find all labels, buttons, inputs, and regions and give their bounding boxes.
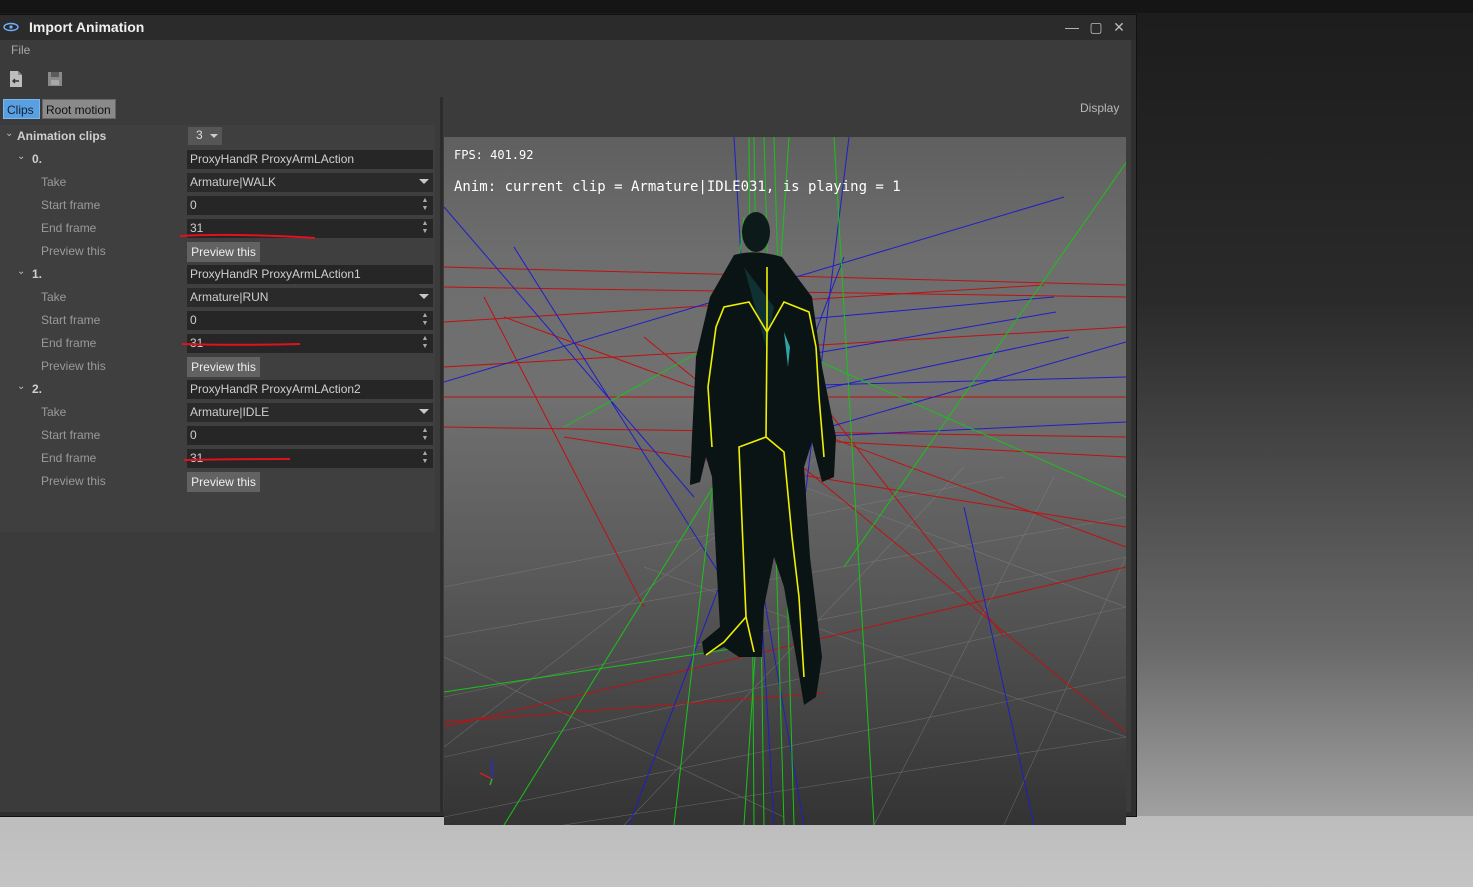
clip-1-preview-row: Preview this Preview this (0, 355, 435, 378)
maximize-icon[interactable]: ▢ (1086, 17, 1106, 37)
clip-1-take-row: Take Armature|RUN (0, 286, 435, 309)
chevron-down-icon (419, 179, 429, 184)
clip-2-start-row: Start frame 0 ▲ ▼ (0, 424, 435, 447)
window-content: File Clips Root motion Display ⌄ Animati (0, 40, 1131, 825)
preview-label: Preview this (41, 474, 106, 488)
character-model (690, 212, 836, 705)
menu-file[interactable]: File (11, 43, 30, 57)
preview-label: Preview this (41, 359, 106, 373)
clip-2-preview-row: Preview this Preview this (0, 470, 435, 493)
import-animation-window: Import Animation — ▢ ✕ File Clips Root m… (0, 15, 1136, 825)
chevron-down-icon (419, 409, 429, 414)
clip-count-value: 3 (196, 128, 203, 142)
menu-bar: File (0, 40, 1131, 61)
save-icon[interactable] (47, 70, 63, 88)
end-frame-value: 31 (190, 451, 204, 465)
clip-count-dropdown[interactable]: 3 (188, 127, 222, 145)
clip-name-field[interactable]: ProxyHandR ProxyArmLAction1 (187, 265, 433, 284)
take-label: Take (41, 175, 67, 189)
spinner-arrows-icon[interactable]: ▲ ▼ (421, 312, 429, 329)
toolbar (0, 62, 1131, 96)
panel-splitter[interactable] (440, 97, 443, 812)
clip-2-header: ⌄ 2. ProxyHandR ProxyArmLAction2 (0, 378, 435, 401)
chevron-down-icon (210, 134, 218, 138)
clip-1-start-row: Start frame 0 ▲ ▼ (0, 309, 435, 332)
take-dropdown[interactable]: Armature|WALK (187, 173, 433, 192)
take-label: Take (41, 290, 67, 304)
end-frame-input[interactable]: 31 ▲ ▼ (187, 449, 433, 468)
clip-index: 2. (32, 382, 43, 396)
animation-clips-header: ⌄ Animation clips 3 (0, 125, 435, 148)
axis-gizmo (479, 759, 493, 786)
clip-name-field[interactable]: ProxyHandR ProxyArmLAction (187, 150, 433, 169)
desktop-background (0, 816, 1473, 887)
preview-button[interactable]: Preview this (187, 242, 260, 262)
preview-button[interactable]: Preview this (187, 357, 260, 377)
chevron-down-icon[interactable]: ⌄ (17, 266, 25, 277)
animation-clips-label: Animation clips (17, 129, 107, 143)
start-frame-value: 0 (190, 428, 197, 442)
start-frame-label: Start frame (41, 428, 101, 442)
clip-0-start-row: Start frame 0 ▲ ▼ (0, 194, 435, 217)
take-label: Take (41, 405, 67, 419)
display-menu[interactable]: Display (1080, 101, 1119, 115)
title-bar[interactable]: Import Animation — ▢ ✕ (0, 15, 1136, 40)
scene-render (444, 137, 1126, 825)
clip-2-take-row: Take Armature|IDLE (0, 401, 435, 424)
start-frame-input[interactable]: 0 ▲ ▼ (187, 311, 433, 330)
end-frame-value: 31 (190, 221, 204, 235)
close-icon[interactable]: ✕ (1109, 17, 1129, 37)
end-frame-label: End frame (41, 336, 97, 350)
start-frame-value: 0 (190, 313, 197, 327)
spinner-arrows-icon[interactable]: ▲ ▼ (421, 427, 429, 444)
end-frame-label: End frame (41, 451, 97, 465)
end-frame-value: 31 (190, 336, 204, 350)
take-dropdown[interactable]: Armature|RUN (187, 288, 433, 307)
clip-1-header: ⌄ 1. ProxyHandR ProxyArmLAction1 (0, 263, 435, 286)
clip-0-end-row: End frame 31 ▲ ▼ (0, 217, 435, 240)
take-value: Armature|WALK (190, 175, 277, 189)
animation-clips-panel: ⌄ Animation clips 3 ⌄ 0. ProxyHandR Prox… (0, 125, 435, 532)
start-frame-label: Start frame (41, 198, 101, 212)
window-title: Import Animation (29, 19, 145, 35)
clip-index: 1. (32, 267, 43, 281)
end-frame-label: End frame (41, 221, 97, 235)
fps-counter: FPS: 401.92 (454, 148, 534, 162)
clip-0-header: ⌄ 0. ProxyHandR ProxyArmLAction (0, 148, 435, 171)
minimize-icon[interactable]: — (1062, 17, 1082, 37)
clip-index: 0. (32, 152, 43, 166)
clip-1-end-row: End frame 31 ▲ ▼ (0, 332, 435, 355)
spinner-arrows-icon[interactable]: ▲ ▼ (421, 335, 429, 352)
preview-button[interactable]: Preview this (187, 472, 260, 492)
take-value: Armature|RUN (190, 290, 269, 304)
chevron-down-icon[interactable]: ⌄ (17, 151, 25, 162)
spinner-arrows-icon[interactable]: ▲ ▼ (421, 197, 429, 214)
desktop-top-strip (0, 0, 1473, 13)
take-value: Armature|IDLE (190, 405, 270, 419)
chevron-down-icon[interactable]: ⌄ (17, 381, 25, 392)
eye-icon (3, 22, 19, 32)
chevron-down-icon (419, 294, 429, 299)
3d-viewport[interactable]: FPS: 401.92 Anim: current clip = Armatur… (444, 137, 1126, 825)
start-frame-input[interactable]: 0 ▲ ▼ (187, 196, 433, 215)
clip-0-take-row: Take Armature|WALK (0, 171, 435, 194)
open-file-icon[interactable] (8, 70, 24, 88)
end-frame-input[interactable]: 31 ▲ ▼ (187, 219, 433, 238)
end-frame-input[interactable]: 31 ▲ ▼ (187, 334, 433, 353)
start-frame-label: Start frame (41, 313, 101, 327)
start-frame-input[interactable]: 0 ▲ ▼ (187, 426, 433, 445)
clip-name-field[interactable]: ProxyHandR ProxyArmLAction2 (187, 380, 433, 399)
chevron-down-icon[interactable]: ⌄ (5, 128, 13, 139)
start-frame-value: 0 (190, 198, 197, 212)
tab-clips[interactable]: Clips (3, 99, 40, 119)
clip-2-end-row: End frame 31 ▲ ▼ (0, 447, 435, 470)
spinner-arrows-icon[interactable]: ▲ ▼ (421, 220, 429, 237)
take-dropdown[interactable]: Armature|IDLE (187, 403, 433, 422)
clip-0-preview-row: Preview this Preview this (0, 240, 435, 263)
spinner-arrows-icon[interactable]: ▲ ▼ (421, 450, 429, 467)
anim-status-text: Anim: current clip = Armature|IDLE031, i… (454, 179, 901, 195)
preview-label: Preview this (41, 244, 106, 258)
tab-root-motion[interactable]: Root motion (42, 99, 116, 119)
